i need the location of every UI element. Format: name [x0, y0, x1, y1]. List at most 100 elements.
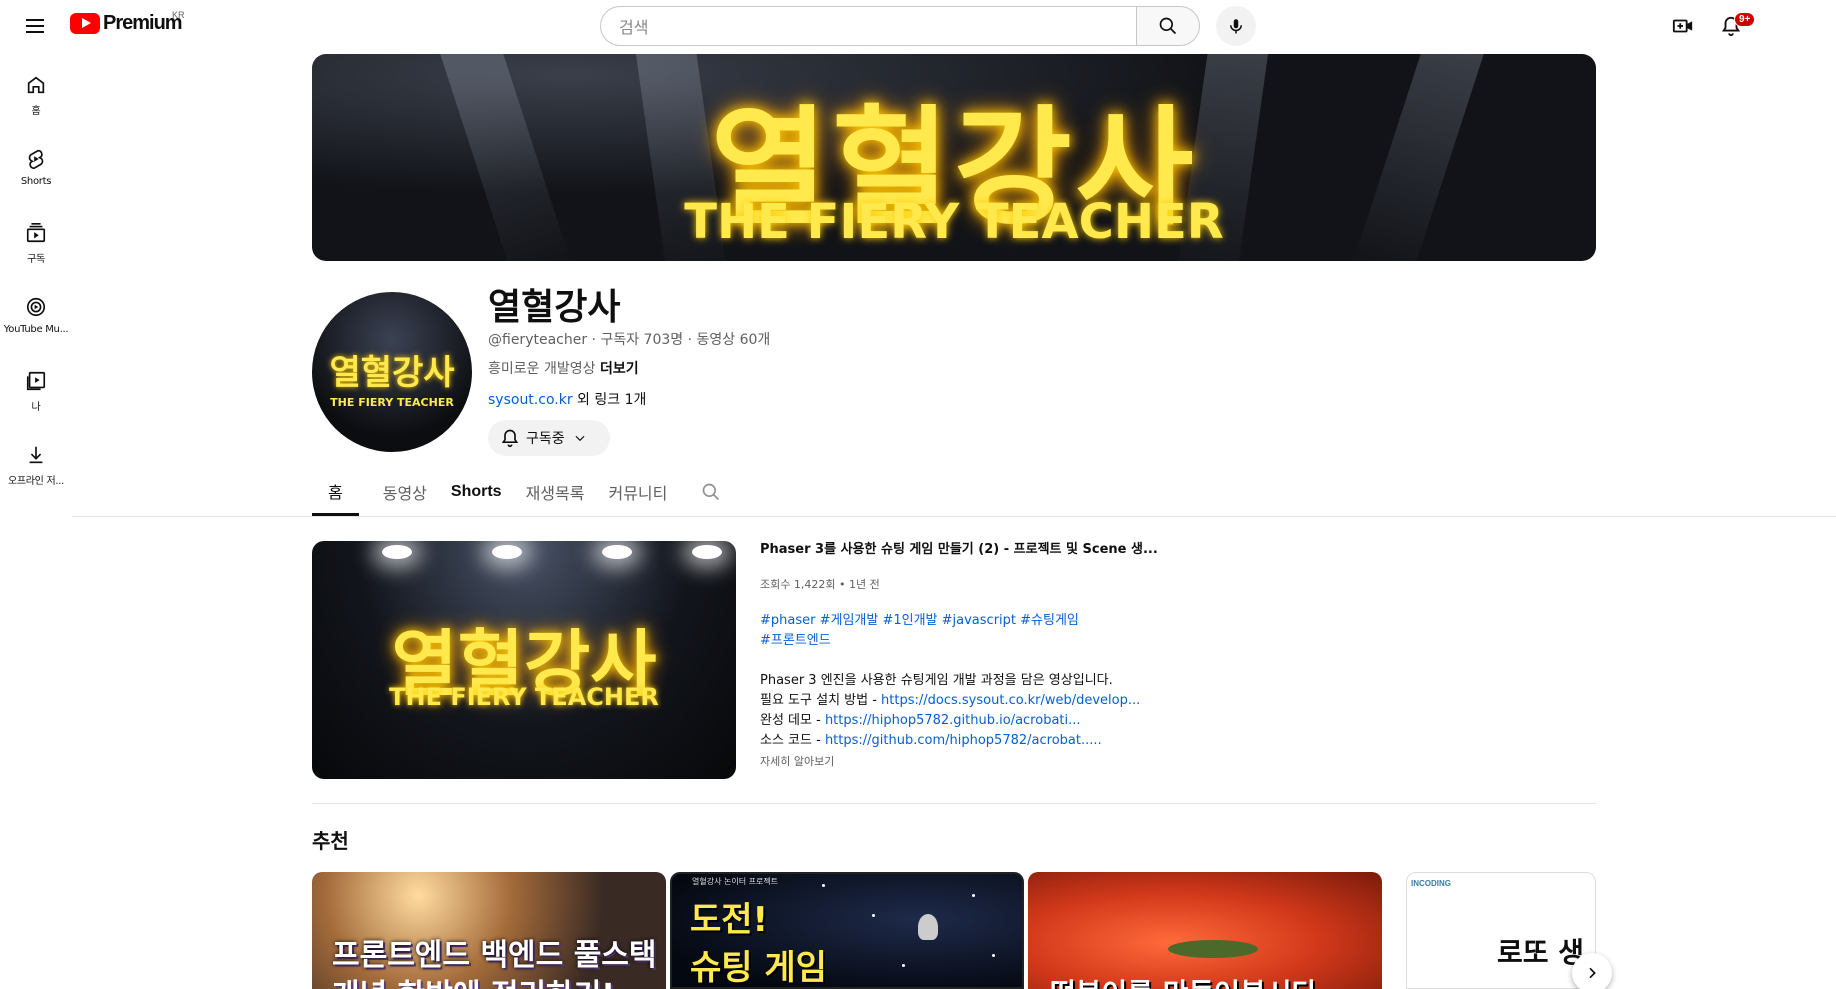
microphone-icon	[1230, 19, 1242, 34]
channel-name: 열혈강사	[488, 287, 621, 328]
card-text: 열혈강사 논이터 프로젝트	[692, 877, 779, 886]
subscribed-button[interactable]: 구독중	[488, 420, 610, 456]
download-icon	[29, 446, 43, 464]
thumbnail-spotlight	[692, 545, 722, 559]
create-button[interactable]	[1668, 12, 1698, 40]
sidebar-item-downloads[interactable]: 오프라인 저...	[0, 426, 72, 500]
tags-line[interactable]: #프론트엔드	[760, 631, 1090, 651]
tab-playlists[interactable]: 재생목록	[514, 468, 597, 516]
sidebar-item-label: 나	[31, 402, 41, 413]
recommended-video-card[interactable]: INCODING 로또 생	[1406, 872, 1596, 989]
description-link[interactable]: https://github.com/hiphop5782/acrobat...…	[825, 733, 1102, 748]
youtube-logo[interactable]: Premium KR	[70, 10, 185, 35]
logo-country: KR	[172, 10, 185, 20]
channel-banner: 열혈강사 THE FIERY TEACHER	[312, 54, 1596, 261]
search-input[interactable]: 검색	[600, 6, 1137, 46]
description-line: 필요 도구 설치 방법 - https://docs.sysout.co.kr/…	[760, 691, 1180, 711]
sidebar-item-label: 홈	[31, 106, 41, 117]
carousel-next-button[interactable]	[1572, 953, 1612, 989]
card-text: 도전!	[690, 900, 769, 940]
sidebar-item-youtube-music[interactable]: YouTube Mu...	[0, 278, 72, 352]
card-text: 개념 한방에 정리하기!	[332, 970, 615, 989]
description-link[interactable]: https://docs.sysout.co.kr/web/develop...	[881, 693, 1140, 708]
subscriptions-icon	[26, 223, 46, 243]
tab-shorts[interactable]: Shorts	[439, 468, 514, 516]
tab-community[interactable]: 커뮤니티	[596, 468, 679, 516]
thumbnail-spotlight	[382, 545, 412, 559]
home-icon	[27, 76, 45, 94]
channel-tabs: 홈 동영상 Shorts 재생목록 커뮤니티	[312, 468, 735, 516]
more-link[interactable]: 더보기	[600, 361, 639, 377]
you-icon	[26, 371, 46, 391]
description-line: Phaser 3 엔진을 사용한 슈팅게임 개발 과정을 담은 영상입니다.	[760, 673, 1113, 688]
chevron-down-icon	[575, 435, 585, 442]
description-line: 완성 데모 - https://hiphop5782.github.io/acr…	[760, 711, 1180, 731]
thumbnail-subtitle: THE FIERY TEACHER	[389, 683, 659, 711]
card-brand: INCODING	[1411, 879, 1451, 888]
recommended-video-card[interactable]: 열혈강사 논이터 프로젝트 도전! 슈팅 게임	[670, 872, 1024, 989]
description-link[interactable]: https://hiphop5782.github.io/acrobati...	[825, 713, 1081, 728]
description-label: 완성 데모 -	[760, 713, 825, 728]
card-text: 떡볶이를 만들어봅시다	[1050, 972, 1317, 989]
menu-icon[interactable]	[20, 12, 50, 40]
tab-home[interactable]: 홈	[312, 468, 359, 516]
search-icon	[703, 483, 720, 501]
card-text: 슈팅 게임	[690, 948, 827, 988]
star-dot	[972, 894, 975, 897]
channel-avatar[interactable]: 열혈강사 THE FIERY TEACHER	[312, 292, 472, 452]
shorts-icon	[28, 149, 44, 169]
sidebar-item-label: YouTube Mu...	[3, 324, 69, 335]
recommended-video-card[interactable]: 프론트엔드 백엔드 풀스택 개념 한방에 정리하기!	[312, 872, 666, 989]
sidebar-item-label: 구독	[27, 254, 45, 265]
notification-badge: 9+	[1734, 12, 1756, 27]
more-links-label[interactable]: 외 링크 1개	[573, 392, 646, 408]
channel-meta: @fieryteacher · 구독자 703명 · 동영상 60개	[488, 332, 771, 348]
voice-search-button[interactable]	[1216, 6, 1256, 46]
featured-video-info: Phaser 3를 사용한 슈팅 게임 만들기 (2) - 프로젝트 및 Sce…	[760, 541, 1180, 769]
section-divider	[312, 803, 1596, 804]
avatar-subtitle: THE FIERY TEACHER	[330, 396, 454, 409]
sidebar-item-you[interactable]: 나	[0, 352, 72, 426]
channel-description-text: 흥미로운 개발영상	[488, 361, 600, 377]
search-button[interactable]	[1136, 6, 1200, 46]
read-more-link[interactable]: 자세히 알아보기	[760, 753, 1180, 769]
description-label: 소스 코드 -	[760, 733, 825, 748]
sidebar-item-label: 오프라인 저...	[7, 476, 64, 487]
star-dot	[872, 914, 875, 917]
channel-description[interactable]: 흥미로운 개발영상 더보기	[488, 358, 639, 378]
sidebar-item-shorts[interactable]: Shorts	[0, 130, 72, 204]
description-label: 필요 도구 설치 방법 -	[760, 693, 882, 708]
top-bar: Premium KR 검색 9+	[0, 0, 1836, 52]
recommended-title: 추천	[312, 829, 349, 853]
featured-video-description: Phaser 3 엔진을 사용한 슈팅게임 개발 과정을 담은 영상입니다. 필…	[760, 671, 1180, 751]
featured-video-tags[interactable]: #phaser #게임개발 #1인개발 #javascript #슈팅게임 #프…	[760, 611, 1090, 651]
youtube-music-icon	[26, 297, 46, 317]
channel-link[interactable]: sysout.co.kr	[488, 392, 573, 408]
avatar-title: 열혈강사	[329, 353, 455, 393]
tab-videos[interactable]: 동영상	[371, 468, 439, 516]
subscribed-label: 구독중	[526, 431, 565, 447]
star-dot	[992, 954, 995, 957]
thumbnail-spotlight	[602, 545, 632, 559]
channel-search-button[interactable]	[687, 468, 735, 516]
side-nav: 홈 Shorts 구독 YouTube Mu... 나 오프라인 저...	[0, 56, 72, 500]
youtube-channel-page: Premium KR 검색 9+ 홈 Shorts 구독 YouTube Mu.…	[0, 0, 1836, 989]
channel-links: sysout.co.kr 외 링크 1개	[488, 389, 646, 409]
sidebar-item-home[interactable]: 홈	[0, 56, 72, 130]
sidebar-item-subscriptions[interactable]: 구독	[0, 204, 72, 278]
tags-line[interactable]: #phaser #게임개발 #1인개발 #javascript #슈팅게임	[760, 611, 1090, 631]
card-text: 프론트엔드 백엔드 풀스택	[332, 938, 657, 973]
youtube-play-icon	[70, 13, 100, 34]
description-line: 소스 코드 - https://github.com/hiphop5782/ac…	[760, 731, 1180, 751]
star-dot	[822, 884, 825, 887]
featured-video-title[interactable]: Phaser 3를 사용한 슈팅 게임 만들기 (2) - 프로젝트 및 Sce…	[760, 541, 1180, 559]
featured-video-thumbnail[interactable]: 열혈강사 THE FIERY TEACHER	[312, 541, 736, 779]
star-dot	[902, 964, 905, 967]
recommended-video-card[interactable]: 떡볶이를 만들어봅시다	[1028, 872, 1382, 989]
food-garnish-graphic	[1168, 940, 1258, 958]
tabs-divider	[72, 516, 1836, 517]
banner-subtitle: THE FIERY TEACHER	[684, 194, 1224, 250]
thumbnail-spotlight	[492, 545, 522, 559]
sidebar-item-label: Shorts	[20, 176, 52, 187]
search-icon	[1159, 17, 1177, 35]
